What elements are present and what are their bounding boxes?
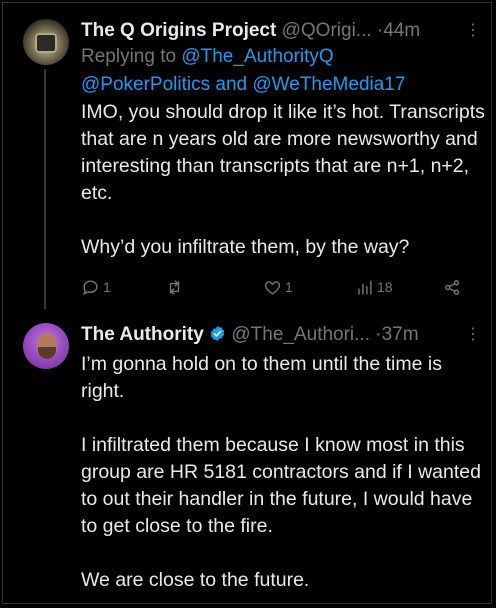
like-button[interactable]: 1 [263,275,293,299]
avatar[interactable] [23,323,69,369]
author-name[interactable]: The Q Origins Project [81,20,276,41]
tweet-text: IMO, you should drop it like it’s hot. T… [81,99,486,261]
verified-badge-icon[interactable] [209,325,226,342]
like-icon [264,280,281,295]
replying-to-label: Replying to [81,46,182,67]
reply-count: 1 [103,279,111,295]
author-name[interactable]: The Authority [81,324,204,345]
reply-icon [82,279,98,295]
views-button[interactable]: 18 [355,275,393,299]
timestamp[interactable]: 37m [382,324,419,345]
views-icon [358,279,372,295]
retweet-button[interactable] [165,275,187,299]
like-count: 1 [285,279,293,295]
mention-link[interactable]: @The_AuthorityQ [181,46,333,67]
retweet-icon [169,279,180,295]
avatar-image [35,33,57,53]
more-options-icon[interactable]: ⋮ [465,17,481,45]
tweet-paragraph: Why’d you infiltrate them, by the way? [81,236,410,258]
tweet-header: The Authority @The_Authori... ·37m ⋮ [81,321,481,349]
author-handle[interactable]: @QOrigi... [282,20,372,41]
replying-to: Replying to @The_AuthorityQ @PokerPoliti… [81,43,481,99]
share-icon [445,279,460,295]
tweet-paragraph: We are close to the future. [81,569,310,591]
replying-and-text: and [210,74,253,95]
tweet-paragraph: I’m gonna hold on to them until the time… [81,353,442,402]
tweet-text: I’m gonna hold on to them until the time… [81,351,486,594]
timestamp[interactable]: 44m [383,20,420,41]
avatar[interactable] [23,19,69,65]
tweet-paragraph: IMO, you should drop it like it’s hot. T… [81,101,485,204]
tweet-header: The Q Origins Project @QOrigi... ·44m ⋮ [81,17,481,45]
tweet-thread: The Q Origins Project @QOrigi... ·44m ⋮ … [2,2,492,604]
tweet-actions: 1 1 18 [81,275,481,299]
reply-button[interactable]: 1 [81,275,111,299]
more-options-icon[interactable]: ⋮ [465,321,481,349]
mention-link[interactable]: @WeTheMedia17 [252,74,405,95]
view-count: 18 [377,279,393,295]
tweet-paragraph: I infiltrated them because I know most i… [81,434,481,537]
share-button[interactable] [443,275,462,299]
thread-connector-line [44,69,46,309]
author-handle[interactable]: @The_Authori... [231,324,370,345]
mention-link[interactable]: @PokerPolitics [81,74,210,95]
